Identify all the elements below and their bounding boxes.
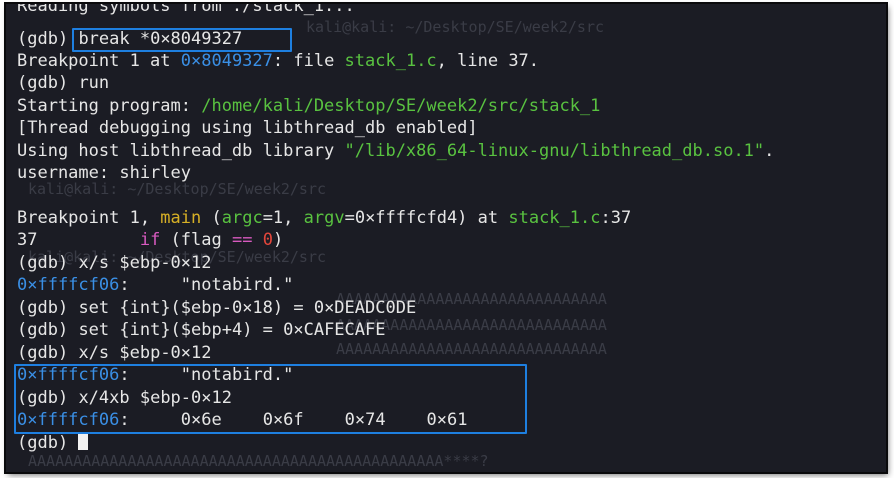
source-line: 37 if (flag == 0) (17, 230, 284, 250)
gdb-prompt: (gdb) (17, 253, 69, 273)
gdb-prompt: (gdb) (17, 298, 69, 318)
gdb-command-xs-2: (gdb) x/s $ebp-0×12 (17, 343, 212, 363)
output-reading-symbols: Reading symbols from ./stack_1... (17, 4, 355, 16)
ghost-text: kali@kali: ~/Desktop/SE/week2/src (306, 18, 605, 36)
terminal-window[interactable]: kali@kali: ~/Desktop/SE/week2/src kali@k… (6, 4, 886, 472)
line-number: 37 (17, 230, 38, 250)
ghost-text: AAAAAAAAAAAAAAAAAAAAAAAAAAAAAA (336, 340, 607, 358)
output-string-value: 0×ffffcf06: "notabird." (17, 275, 294, 295)
gdb-prompt: (gdb) (17, 29, 69, 49)
output-using-host: Using host libthread_db library "/lib/x8… (17, 141, 775, 161)
gdb-prompt: (gdb) (17, 73, 69, 93)
highlight-box-break-command (72, 28, 292, 52)
program-path: /home/kali/Desktop/SE/week2/src/stack_1 (201, 96, 601, 116)
library-path: "/lib/x86_64-linux-gnu/libthread_db.so.1… (344, 141, 765, 161)
keyword-if: if (139, 230, 161, 250)
gdb-command-set-2: (gdb) set {int}($ebp+4) = 0×CAFECAFE (17, 320, 386, 340)
output-thread-debugging: [Thread debugging using libthread_db ena… (17, 118, 478, 138)
output-starting-program: Starting program: /home/kali/Desktop/SE/… (17, 96, 601, 116)
output-username: username: shirley (17, 163, 191, 183)
address: 0×ffffcf06 (17, 275, 120, 295)
file-name: stack_1.c (344, 51, 437, 71)
gdb-command-run: (gdb) run (17, 73, 110, 93)
function-name: main (160, 208, 202, 228)
ghost-text: AAAAAAAAAAAAAAAAAAAAAAAAAAAAAAAAAAAAAAAA… (28, 452, 489, 470)
text-cursor (78, 433, 89, 450)
highlight-box-memory-dump (14, 364, 527, 434)
gdb-command-xs: (gdb) x/s $ebp-0×12 (17, 253, 212, 273)
gdb-prompt: (gdb) (17, 320, 69, 340)
gdb-active-prompt[interactable]: (gdb) (17, 432, 89, 454)
gdb-command-set-1: (gdb) set {int}($ebp-0×18) = 0×DEADC0DE (17, 298, 417, 318)
address: 0×8049327 (180, 51, 273, 71)
output-breakpoint-set: Breakpoint 1 at 0×8049327: file stack_1.… (17, 51, 540, 71)
file-name: stack_1.c (508, 208, 601, 228)
output-breakpoint-hit: Breakpoint 1, main (argc=1, argv=0×ffffc… (17, 208, 632, 228)
gdb-prompt: (gdb) (17, 343, 69, 363)
gdb-prompt: (gdb) (17, 433, 69, 453)
